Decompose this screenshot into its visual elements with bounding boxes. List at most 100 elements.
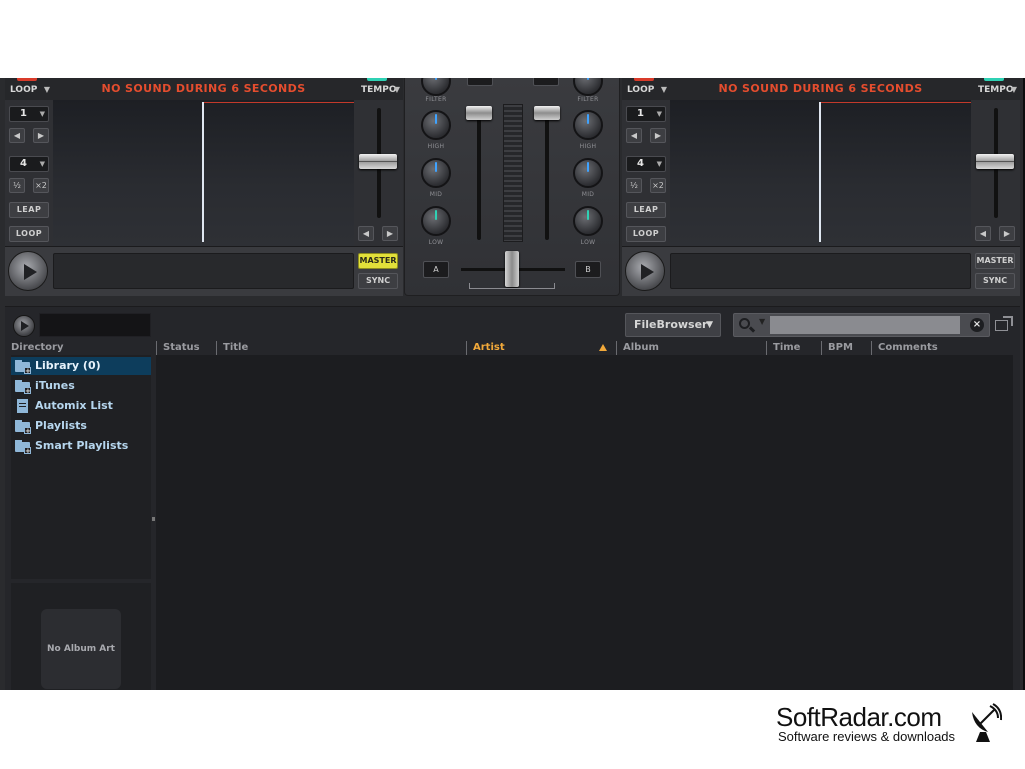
- loop-back-button[interactable]: ◀: [9, 128, 25, 143]
- chevron-down-icon: ▼: [656, 160, 662, 168]
- column-title[interactable]: Title: [216, 341, 466, 355]
- vu-meter: [503, 104, 523, 242]
- loop-forward-button[interactable]: ▶: [650, 128, 666, 143]
- loop-double-button[interactable]: ×2: [33, 178, 49, 193]
- waveform-warning-line: [203, 102, 354, 103]
- beat-jump-dropdown[interactable]: 4 ▼: [9, 156, 49, 172]
- album-art-panel: No Album Art: [11, 583, 151, 690]
- clear-search-icon[interactable]: ×: [970, 318, 984, 332]
- loop-size-value: 1: [20, 108, 27, 119]
- pitch-slider-handle[interactable]: [359, 154, 397, 169]
- loop-double-button[interactable]: ×2: [650, 178, 666, 193]
- knob-indicator: [435, 162, 437, 172]
- crossfader-b-button[interactable]: B: [575, 261, 601, 278]
- beat-jump-dropdown[interactable]: 4 ▼: [626, 156, 666, 172]
- column-status[interactable]: Status: [156, 341, 216, 355]
- sync-button[interactable]: SYNC: [358, 273, 398, 289]
- tree-item-smart-playlists[interactable]: + Smart Playlists: [11, 437, 151, 455]
- chevron-down-icon: ▼: [393, 85, 400, 94]
- loop-size-dropdown[interactable]: 1 ▼: [9, 106, 49, 122]
- filter-knob-right[interactable]: [573, 78, 603, 96]
- tempo-dropdown[interactable]: TEMPO ▼: [974, 82, 1019, 98]
- leap-button[interactable]: LEAP: [626, 202, 666, 218]
- transport-bar: MASTER SYNC: [622, 246, 1020, 296]
- tempo-label: TEMPO: [978, 85, 1014, 95]
- sync-button[interactable]: SYNC: [975, 273, 1015, 289]
- mid-label-right: MID: [581, 191, 595, 198]
- watermark-title: SoftRadar.com: [776, 702, 942, 732]
- column-album[interactable]: Album: [616, 341, 766, 355]
- search-icon[interactable]: ▼: [738, 316, 768, 334]
- waveform-display[interactable]: [670, 100, 971, 246]
- crossfader-handle[interactable]: [505, 251, 519, 287]
- leap-button[interactable]: LEAP: [9, 202, 49, 218]
- pitch-controls: ◀ ▶: [354, 100, 403, 246]
- loop-mode-dropdown[interactable]: LOOP ▼: [7, 82, 52, 98]
- loop-half-button[interactable]: ½: [626, 178, 642, 193]
- filebrowser-dropdown[interactable]: FileBrowser ▼: [625, 313, 721, 337]
- low-knob-right[interactable]: [573, 206, 603, 236]
- loop-back-button[interactable]: ◀: [626, 128, 642, 143]
- column-bpm[interactable]: BPM: [821, 341, 871, 355]
- loop-mode-dropdown[interactable]: LOOP ▼: [624, 82, 669, 98]
- mid-knob-right[interactable]: [573, 158, 603, 188]
- loop-half-button[interactable]: ½: [9, 178, 25, 193]
- pitch-down-button[interactable]: ◀: [975, 226, 991, 241]
- tree-item-library[interactable]: + Library (0): [11, 357, 151, 375]
- chevron-down-icon: ▼: [706, 320, 713, 330]
- tempo-dropdown[interactable]: TEMPO ▼: [357, 82, 402, 98]
- chevron-down-icon: ▼: [656, 110, 662, 118]
- playhead: [202, 102, 204, 242]
- preview-waveform[interactable]: [39, 313, 151, 337]
- column-comments[interactable]: Comments: [871, 341, 1013, 355]
- column-artist[interactable]: Artist: [466, 341, 616, 355]
- mixer-left-top-button[interactable]: [467, 78, 493, 86]
- pitch-slider-handle[interactable]: [976, 154, 1014, 169]
- knob-indicator: [587, 114, 589, 124]
- channel-fader-right-track[interactable]: [545, 108, 549, 240]
- loop-button[interactable]: LOOP: [626, 226, 666, 242]
- tree-item-playlists[interactable]: + Playlists: [11, 417, 151, 435]
- deck-right: LOOP ▼ NO SOUND DURING 6 SECONDS TEMPO ▼ 1…: [622, 78, 1020, 296]
- album-art-placeholder: No Album Art: [41, 609, 121, 689]
- transport-bar: MASTER SYNC: [5, 246, 403, 296]
- crossfader-a-button[interactable]: A: [423, 261, 449, 278]
- chevron-down-icon: ▼: [1010, 85, 1017, 94]
- loop-mode-label: LOOP: [10, 85, 38, 95]
- pitch-up-button[interactable]: ▶: [382, 226, 398, 241]
- pitch-down-button[interactable]: ◀: [358, 226, 374, 241]
- playhead: [819, 102, 821, 242]
- channel-fader-right-handle[interactable]: [534, 106, 560, 120]
- beat-jump-value: 4: [637, 158, 644, 169]
- master-button[interactable]: MASTER: [975, 253, 1015, 269]
- channel-fader-left-track[interactable]: [477, 108, 481, 240]
- mixer-right-top-button[interactable]: [533, 78, 559, 86]
- loop-button[interactable]: LOOP: [9, 226, 49, 242]
- panel-resize-handle[interactable]: [152, 517, 155, 521]
- loop-controls: 1 ▼ ◀ ▶ 4 ▼ ½ ×2 LEAP LOOP: [622, 100, 670, 246]
- tree-item-itunes[interactable]: + iTunes: [11, 377, 151, 395]
- play-button[interactable]: [625, 251, 665, 291]
- column-time[interactable]: Time: [766, 341, 821, 355]
- preview-play-button[interactable]: [13, 315, 35, 337]
- low-knob-left[interactable]: [421, 206, 451, 236]
- mid-knob-left[interactable]: [421, 158, 451, 188]
- pitch-up-button[interactable]: ▶: [999, 226, 1015, 241]
- high-label-left: HIGH: [427, 143, 445, 150]
- loop-size-dropdown[interactable]: 1 ▼: [626, 106, 666, 122]
- track-list-body[interactable]: [156, 355, 1013, 690]
- high-knob-right[interactable]: [573, 110, 603, 140]
- loop-forward-button[interactable]: ▶: [33, 128, 49, 143]
- dj-app-window: LOOP ▼ NO SOUND DURING 6 SECONDS TEMPO ▼ 1…: [0, 78, 1025, 690]
- track-info-panel: [53, 253, 354, 289]
- popout-icon[interactable]: [995, 316, 1013, 332]
- tree-item-label: Automix List: [35, 399, 113, 412]
- waveform-display[interactable]: [53, 100, 354, 246]
- search-input[interactable]: [770, 316, 960, 334]
- filter-knob-left[interactable]: [421, 78, 451, 96]
- channel-fader-left-handle[interactable]: [466, 106, 492, 120]
- play-button[interactable]: [8, 251, 48, 291]
- tree-item-automix[interactable]: Automix List: [11, 397, 151, 415]
- master-button[interactable]: MASTER: [358, 253, 398, 269]
- high-knob-left[interactable]: [421, 110, 451, 140]
